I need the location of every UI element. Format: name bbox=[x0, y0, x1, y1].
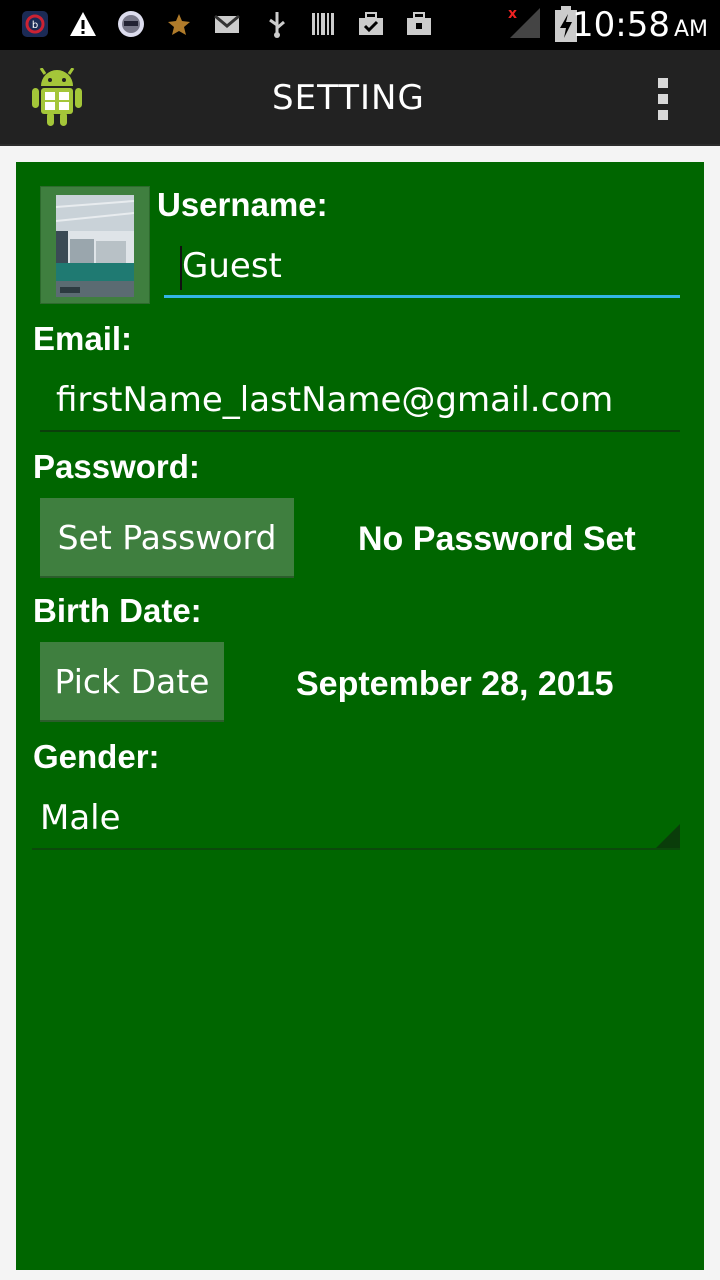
status-time: 10:58 AM bbox=[572, 4, 708, 46]
usb-icon bbox=[269, 12, 285, 38]
profile-photo-button[interactable] bbox=[40, 186, 150, 304]
svg-text:x: x bbox=[508, 6, 517, 22]
robot-notification-icon bbox=[118, 11, 144, 37]
svg-text:b: b bbox=[32, 20, 38, 31]
password-status: No Password Set bbox=[358, 520, 636, 558]
star-icon bbox=[168, 14, 190, 35]
briefcase-check-icon bbox=[359, 12, 383, 35]
overflow-menu-icon[interactable] bbox=[646, 74, 682, 124]
app-notification-icon: b bbox=[22, 11, 48, 37]
username-value: Guest bbox=[182, 246, 282, 286]
email-input[interactable]: firstName_lastName@gmail.com bbox=[40, 376, 680, 432]
barcode-icon bbox=[312, 13, 334, 35]
pick-date-button[interactable]: Pick Date bbox=[40, 642, 224, 722]
username-input[interactable]: Guest bbox=[164, 242, 680, 298]
briefcase-icon bbox=[407, 12, 431, 35]
username-label: Username: bbox=[157, 186, 328, 223]
android-logo-icon[interactable] bbox=[28, 68, 86, 128]
signal-icon: x bbox=[508, 6, 540, 38]
gender-label: Gender: bbox=[33, 738, 160, 775]
gender-value: Male bbox=[40, 798, 121, 838]
settings-panel: Username: Guest Email: firstName_lastNam… bbox=[16, 162, 704, 1270]
action-bar: SETTING bbox=[0, 50, 720, 146]
gmail-icon bbox=[214, 14, 240, 33]
set-password-button[interactable]: Set Password bbox=[40, 498, 294, 578]
page-title: SETTING bbox=[272, 78, 425, 118]
email-label: Email: bbox=[33, 320, 133, 357]
warning-icon bbox=[70, 12, 96, 36]
birthdate-label: Birth Date: bbox=[33, 592, 202, 629]
password-label: Password: bbox=[33, 448, 200, 485]
ampm-text: AM bbox=[673, 17, 708, 42]
time-text: 10:58 bbox=[571, 5, 670, 45]
gender-spinner[interactable]: Male bbox=[32, 790, 680, 850]
profile-photo-image bbox=[56, 195, 134, 297]
dropdown-arrow-icon bbox=[656, 824, 680, 848]
birthdate-value: September 28, 2015 bbox=[296, 665, 614, 703]
email-value: firstName_lastName@gmail.com bbox=[56, 380, 614, 420]
status-bar: b x 10:58 AM bbox=[0, 0, 720, 50]
